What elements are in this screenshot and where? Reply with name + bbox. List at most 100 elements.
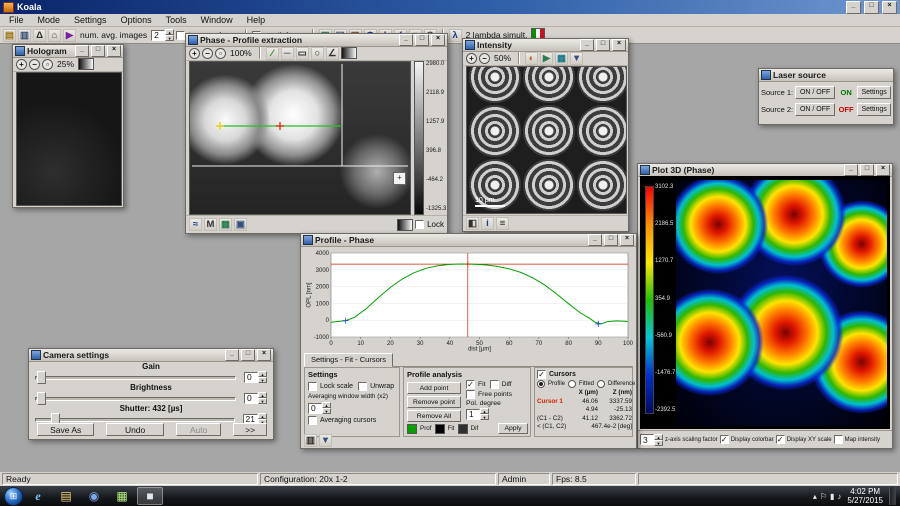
minimize-button[interactable]: _ (225, 349, 239, 361)
checkbox-box[interactable] (466, 390, 475, 399)
z-scale-spinner[interactable]: 3 ▲▼ (640, 434, 663, 446)
camera-titlebar[interactable]: Camera settings_□× (29, 349, 273, 362)
slider-spinner[interactable]: 0▲▼ (244, 392, 267, 404)
zoom-fit-icon[interactable]: ▫ (42, 59, 53, 70)
taskbar-app-icon[interactable]: ▦ (109, 487, 135, 505)
snapshot-icon[interactable]: ▣ (234, 218, 247, 231)
checkbox-box[interactable]: ✓ (466, 380, 475, 389)
save-as-button[interactable]: Save As (37, 423, 94, 436)
profile-plot[interactable]: -100001000200030004000010203040506070809… (304, 248, 633, 352)
zoom-out-icon[interactable]: − (29, 59, 40, 70)
maximize-button[interactable]: □ (415, 34, 429, 46)
menu-settings[interactable]: Settings (67, 15, 114, 25)
taskbar-ie-icon[interactable]: e (25, 487, 51, 505)
checkbox-box[interactable]: ✓ (776, 435, 785, 444)
pol-degree-spinner[interactable]: 1 ▲▼ (466, 408, 489, 420)
spin-down[interactable]: ▼ (258, 377, 267, 383)
remove-point-button[interactable]: Remove point (407, 396, 461, 408)
taskbar-clock[interactable]: 4:02 PM 5/27/2015 (847, 487, 883, 505)
colormap-icon[interactable] (78, 58, 94, 70)
zoom-out-icon[interactable]: − (202, 48, 213, 59)
checkbox-box[interactable] (415, 220, 424, 229)
fit-checkbox[interactable]: ✓ Fit (466, 380, 486, 389)
delta-icon[interactable]: Δ (33, 29, 46, 42)
dif-color-swatch[interactable] (458, 424, 468, 434)
line-profile-icon[interactable]: ∕ (266, 47, 279, 60)
apply-button[interactable]: Apply (498, 423, 528, 434)
zoom-in-icon[interactable]: + (16, 59, 27, 70)
zoom-fit-icon[interactable]: ▫ (215, 48, 226, 59)
tab-settings-fit-cursors[interactable]: Settings - Fit - Cursors (304, 353, 393, 367)
close-button[interactable]: × (257, 349, 271, 361)
grid-overlay-icon[interactable]: ▦ (219, 218, 232, 231)
profile-radio[interactable] (537, 380, 545, 388)
autoscale-icon[interactable]: ◐ (525, 52, 538, 65)
profile-mode-icon[interactable]: ≈ (189, 218, 202, 231)
maximize-button[interactable]: □ (860, 164, 874, 176)
extract-icon[interactable]: ▶ (540, 52, 553, 65)
display-xy-checkbox[interactable]: ✓ Display XY scale (776, 435, 832, 444)
menu-file[interactable]: File (2, 15, 31, 25)
fitted-radio[interactable] (568, 380, 576, 388)
taskbar-media-icon[interactable]: ◉ (81, 487, 107, 505)
close-button[interactable]: × (876, 164, 890, 176)
show-desktop-button[interactable] (889, 487, 896, 505)
checkbox-box[interactable] (308, 382, 317, 391)
tray-network-icon[interactable]: ▮ (830, 492, 834, 501)
maximize-button[interactable]: □ (91, 45, 105, 57)
slider-spinner[interactable]: 0▲▼ (244, 371, 267, 383)
menu-mode[interactable]: Mode (31, 15, 68, 25)
circle-roi-icon[interactable]: ○ (311, 47, 324, 60)
minimize-button[interactable]: _ (580, 39, 594, 51)
start-button[interactable]: ⊞ (4, 487, 23, 506)
measure-icon[interactable]: M (204, 218, 217, 231)
h-profile-icon[interactable]: ─ (281, 47, 294, 60)
profile-chart[interactable]: -100001000200030004000010203040506070809… (304, 248, 633, 352)
zoom-in-icon[interactable]: + (466, 53, 477, 64)
maximize-button[interactable]: □ (241, 349, 255, 361)
slider[interactable] (35, 392, 236, 404)
close-button[interactable]: × (431, 34, 445, 46)
cursors-checkbox[interactable]: ✓ Cursors (537, 370, 576, 379)
app-titlebar[interactable]: Koala _ □ × (0, 0, 900, 14)
roi-icon[interactable]: ▦ (555, 52, 568, 65)
phase-image[interactable] (189, 61, 411, 215)
copy-icon[interactable]: ▥ (304, 434, 317, 447)
export-icon[interactable]: ▼ (570, 52, 583, 65)
minimize-button[interactable]: _ (844, 164, 858, 176)
plot3d-canvas[interactable]: 3102.32186.51270.7354.9-560.9-1476.7-239… (640, 176, 890, 429)
export-icon[interactable]: ▼ (319, 434, 332, 447)
map-intensity-checkbox[interactable]: Map intensity (834, 435, 880, 444)
checkbox-box[interactable] (308, 416, 317, 425)
num-avg-spinner[interactable]: 2▲▼ (151, 29, 174, 41)
checkbox-box[interactable] (176, 31, 185, 40)
unwrap-checkbox[interactable]: Unwrap (358, 382, 394, 391)
maximize-button[interactable]: □ (596, 39, 610, 51)
slider[interactable] (35, 371, 236, 383)
open-icon[interactable]: ▤ (3, 29, 16, 42)
checkbox-box[interactable] (358, 382, 367, 391)
angle-icon[interactable]: ∠ (326, 47, 339, 60)
spin-down[interactable]: ▼ (480, 414, 489, 420)
app-maximize-button[interactable]: □ (864, 1, 879, 14)
adjust-icon[interactable]: ◧ (466, 217, 479, 230)
hologram-image[interactable] (16, 72, 122, 206)
lock-scale-checkbox[interactable]: Lock scale (308, 382, 353, 391)
checkbox-box[interactable]: ✓ (720, 435, 729, 444)
tray-flag-icon[interactable]: ⚐ (820, 492, 827, 501)
run-icon[interactable]: ▶ (63, 29, 76, 42)
drag-tool-icon[interactable] (393, 172, 406, 185)
colormap-icon[interactable] (341, 47, 357, 59)
diff-checkbox[interactable]: Diff (490, 380, 512, 389)
menu-options[interactable]: Options (114, 15, 159, 25)
app-close-button[interactable]: × (882, 1, 897, 14)
undo-button[interactable]: Undo (106, 423, 163, 436)
laser-titlebar[interactable]: Laser source (759, 69, 893, 82)
close-button[interactable]: × (612, 39, 626, 51)
rect-roi-icon[interactable]: ▭ (296, 47, 309, 60)
colormap-preview[interactable] (397, 219, 413, 231)
display-colorbar-checkbox[interactable]: ✓ Display colorbar (720, 435, 774, 444)
lock-checkbox[interactable]: Lock (415, 220, 444, 229)
source2-onoff-button[interactable]: ON / OFF (795, 103, 835, 116)
plot3d-surface[interactable] (676, 180, 887, 426)
